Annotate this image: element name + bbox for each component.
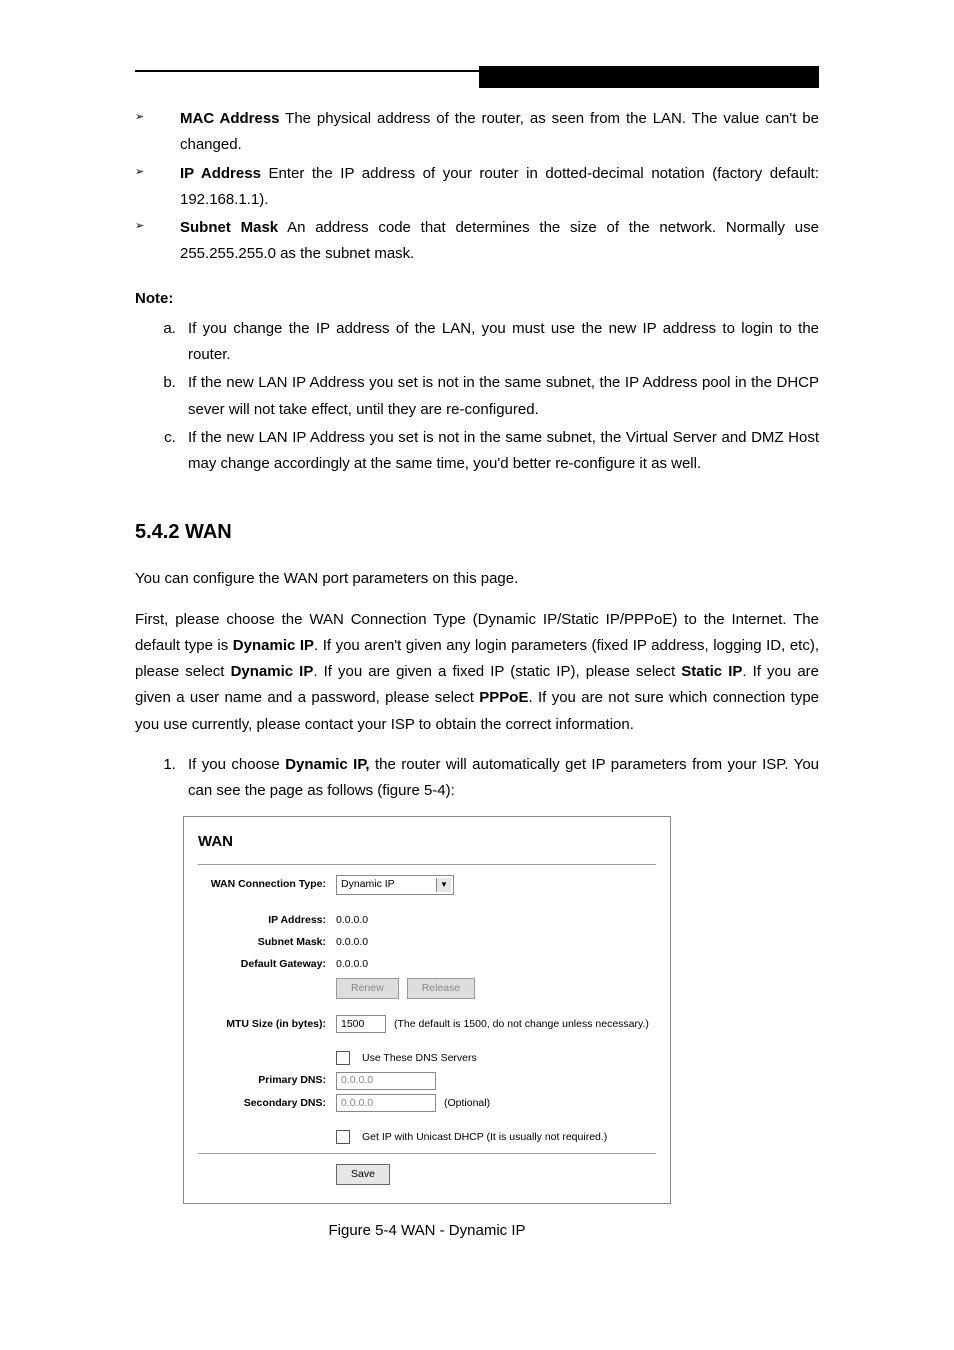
paragraph: First, please choose the WAN Connection … <box>135 607 819 738</box>
secondary-dns-label: Secondary DNS: <box>198 1094 336 1112</box>
note-item: If you change the IP address of the LAN,… <box>180 316 819 369</box>
optional-hint: (Optional) <box>444 1094 490 1112</box>
bullet-arrow-icon: ➢ <box>135 217 144 236</box>
mtu-label: MTU Size (in bytes): <box>198 1015 336 1033</box>
bullet-arrow-icon: ➢ <box>135 108 144 127</box>
bullet-item-mask: ➢ Subnet Mask - An address code that det… <box>135 215 819 268</box>
ip-address-value: 0.0.0.0 <box>336 911 656 929</box>
figure-caption: Figure 5-4 WAN - Dynamic IP <box>183 1218 671 1244</box>
wan-conn-type-select[interactable]: Dynamic IP ▼ <box>336 875 454 895</box>
unicast-dhcp-checkbox[interactable] <box>336 1130 350 1144</box>
default-gateway-value: 0.0.0.0 <box>336 955 656 973</box>
bullet-item-mac: ➢ MAC Address - The physical address of … <box>135 106 819 159</box>
mtu-input[interactable]: 1500 <box>336 1015 386 1033</box>
header-redaction-bar <box>479 66 819 88</box>
secondary-dns-input[interactable]: 0.0.0.0 <box>336 1094 436 1112</box>
subnet-mask-label: Subnet Mask: <box>198 933 336 951</box>
numbered-list: If you choose Dynamic IP, the router wil… <box>135 752 819 805</box>
section-title: 5.4.2 WAN <box>135 515 819 550</box>
bullet-arrow-icon: ➢ <box>135 163 144 182</box>
notes-list: If you change the IP address of the LAN,… <box>135 316 819 478</box>
term: Subnet Mask <box>180 219 278 236</box>
renew-button[interactable]: Renew <box>336 978 399 999</box>
use-dns-checkbox[interactable] <box>336 1051 350 1065</box>
divider <box>198 1153 656 1154</box>
use-dns-label: Use These DNS Servers <box>362 1049 477 1067</box>
primary-dns-input[interactable]: 0.0.0.0 <box>336 1072 436 1090</box>
wan-settings-panel: WAN WAN Connection Type: Dynamic IP ▼ IP… <box>183 816 671 1203</box>
ip-address-label: IP Address: <box>198 911 336 929</box>
primary-dns-label: Primary DNS: <box>198 1071 336 1089</box>
wan-conn-type-label: WAN Connection Type: <box>198 875 336 893</box>
default-gateway-label: Default Gateway: <box>198 955 336 973</box>
chevron-down-icon: ▼ <box>436 878 451 892</box>
term: IP Address <box>180 165 261 182</box>
panel-title: WAN <box>198 829 656 855</box>
term-text: Enter the IP address of your router in d… <box>180 165 819 208</box>
divider <box>198 864 656 865</box>
bullet-item-ip: ➢ IP Address - Enter the IP address of y… <box>135 161 819 214</box>
save-button[interactable]: Save <box>336 1164 390 1185</box>
paragraph: You can configure the WAN port parameter… <box>135 566 819 592</box>
note-item: If the new LAN IP Address you set is not… <box>180 425 819 478</box>
subnet-mask-value: 0.0.0.0 <box>336 933 656 951</box>
unicast-dhcp-label: Get IP with Unicast DHCP (It is usually … <box>362 1128 607 1146</box>
mtu-hint: (The default is 1500, do not change unle… <box>394 1015 649 1033</box>
term: MAC Address <box>180 110 280 127</box>
list-item: If you choose Dynamic IP, the router wil… <box>180 752 819 805</box>
note-item: If the new LAN IP Address you set is not… <box>180 370 819 423</box>
note-heading: Note: <box>135 286 819 312</box>
release-button[interactable]: Release <box>407 978 476 999</box>
figure-wan-panel: WAN WAN Connection Type: Dynamic IP ▼ IP… <box>183 816 819 1203</box>
select-value: Dynamic IP <box>341 875 395 893</box>
definition-list: ➢ MAC Address - The physical address of … <box>135 106 819 268</box>
